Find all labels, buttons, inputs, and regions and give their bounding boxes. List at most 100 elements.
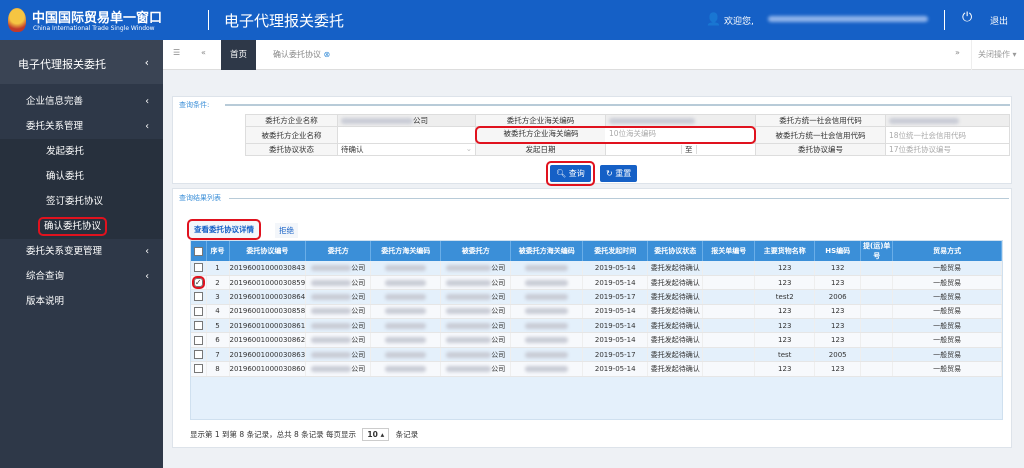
scroll-left-icon[interactable]: « (201, 48, 206, 57)
client-credit-code-field[interactable] (885, 114, 1010, 127)
table-row[interactable]: 6 20196001000030862 公司 公司 2019-05-14 委托发… (191, 332, 1002, 348)
pagination-text: 显示第 1 到第 8 条记录，总共 8 条记录 每页显示 (190, 430, 357, 439)
top-header: 中国国际贸易单一窗口 China International Trade Sin… (0, 0, 1024, 40)
row-checkbox[interactable] (191, 261, 207, 276)
row-checkbox[interactable] (191, 304, 207, 320)
reject-button[interactable]: 拒绝 (275, 223, 298, 238)
close-tab-icon[interactable]: ⊗ (324, 50, 331, 59)
cell-no: 7 (206, 347, 230, 363)
table-row[interactable]: 1 20196001000030843 公司 公司 2019-05-14 委托发… (191, 261, 1002, 276)
sidebar-title-text: 电子代理报关委托 (18, 58, 106, 71)
start-date-input[interactable] (606, 145, 681, 154)
table-row[interactable]: ✓ 2 20196001000030859 公司 公司 2019-05-14 委… (191, 275, 1002, 291)
cell-hs: 123 (814, 361, 862, 377)
checkbox[interactable] (193, 335, 203, 345)
logout-link[interactable]: 退出 (990, 14, 1008, 27)
label: 委托协议编号 (755, 143, 886, 156)
row-checkbox[interactable] (191, 347, 207, 363)
row-checkbox[interactable] (191, 361, 207, 377)
company-suffix: 公司 (491, 263, 506, 272)
cell-status: 委托发起待确认 (647, 361, 704, 377)
agent-customs-code-input[interactable]: 10位海关编码 (605, 128, 656, 142)
cell-agreement-id: 20196001000030863 (229, 347, 307, 363)
checkbox[interactable] (193, 321, 203, 331)
column-header: 被委托方 (440, 241, 512, 261)
cell-declaration-no (702, 318, 756, 334)
cell-agent: 公司 (440, 332, 512, 348)
cell-declaration-no (702, 347, 756, 363)
column-header: 委托方 (305, 241, 372, 261)
close-ops-label: 关闭操作 (978, 50, 1010, 59)
chevron-down-icon: ⌄ (465, 144, 472, 153)
tab-confirm-agreement[interactable]: 确认委托协议 ⊗ (265, 40, 338, 70)
sidebar-item[interactable]: 企业信息完善 ‹ (0, 89, 163, 114)
table-row[interactable]: 8 20196001000030860 公司 公司 2019-05-14 委托发… (191, 361, 1002, 377)
checkbox[interactable] (193, 263, 203, 273)
row-checkbox[interactable]: ✓ (191, 275, 207, 291)
select-all-checkbox[interactable] (191, 241, 207, 261)
view-detail-button[interactable]: 查看委托协议详情 (187, 219, 261, 240)
date-range[interactable]: 至 (605, 143, 756, 156)
cell-agent: 公司 (440, 261, 512, 276)
column-header: 被委托方海关编码 (510, 241, 584, 261)
sidebar-item-label: 签订委托协议 (46, 196, 104, 207)
status-select[interactable]: 待确认 ⌄ (337, 143, 476, 156)
cell-bill-no (860, 275, 894, 291)
sidebar-item[interactable]: 委托关系管理 ‹ (0, 114, 163, 139)
cell-bill-no (860, 261, 894, 276)
table-row[interactable]: 4 20196001000030858 公司 公司 2019-05-14 委托发… (191, 304, 1002, 320)
cell-declaration-no (702, 361, 756, 377)
cell-declaration-no (702, 304, 756, 320)
sidebar-item[interactable]: 综合查询 ‹ (0, 264, 163, 289)
checkbox[interactable] (193, 306, 203, 316)
scroll-right-icon[interactable]: » (955, 48, 960, 57)
table-row[interactable]: 5 20196001000030861 公司 公司 2019-05-14 委托发… (191, 318, 1002, 334)
page-size-value: 10 (367, 430, 378, 439)
row-checkbox[interactable] (191, 289, 207, 305)
sidebar-item[interactable]: 发起委托 (0, 139, 163, 164)
cell-agreement-id: 20196001000030858 (229, 304, 307, 320)
close-operations-dropdown[interactable]: 关闭操作 ▾ (971, 40, 1017, 70)
sidebar-item[interactable]: 委托关系变更管理 ‹ (0, 239, 163, 264)
cell-hs: 123 (814, 304, 862, 320)
client-customs-code-field[interactable] (605, 114, 756, 127)
agent-name-input[interactable] (337, 126, 476, 144)
checkbox[interactable] (193, 350, 203, 360)
sidebar-item[interactable]: 确认委托协议 (0, 214, 163, 239)
cell-goods: 123 (754, 318, 816, 334)
cell-bill-no (860, 332, 894, 348)
checkbox[interactable] (193, 292, 203, 302)
client-name-field[interactable]: 公司 (337, 114, 476, 127)
power-icon[interactable]: ⏻ (962, 10, 972, 25)
checkbox[interactable] (193, 364, 203, 374)
cell-hs: 132 (814, 261, 862, 276)
agreement-no-input[interactable]: 17位委托协议编号 (885, 143, 1010, 156)
row-checkbox[interactable] (191, 318, 207, 334)
query-form: 委托方企业名称 公司 委托方企业海关编码 委托方统一社会信用代码 被委托方企业名… (245, 114, 1010, 156)
cell-client: 公司 (305, 289, 372, 305)
chevron-left-icon: ‹ (144, 56, 149, 69)
table-row[interactable]: 7 20196001000030863 公司 公司 2019-05-17 委托发… (191, 347, 1002, 363)
cell-status: 委托发起待确认 (647, 347, 704, 363)
page-size-select[interactable]: 10 ▴ (362, 428, 390, 441)
checkbox[interactable]: ✓ (191, 276, 205, 290)
cell-hs: 2006 (814, 289, 862, 305)
sidebar-item[interactable]: 确认委托 (0, 164, 163, 189)
search-button[interactable]: 🔍︎ 查询 (550, 165, 591, 182)
sidebar-item[interactable]: 版本说明 (0, 289, 163, 314)
company-suffix: 公司 (351, 307, 366, 316)
row-checkbox[interactable] (191, 332, 207, 348)
cell-goods: 123 (754, 261, 816, 276)
sidebar-item[interactable]: 签订委托协议 (0, 189, 163, 214)
table-row[interactable]: 3 20196001000030864 公司 公司 2019-05-17 委托发… (191, 289, 1002, 305)
cell-goods: test2 (754, 289, 816, 305)
agent-credit-code-input[interactable]: 18位统一社会信用代码 (885, 126, 1010, 144)
cell-agent-code (510, 318, 584, 334)
sidebar-title[interactable]: 电子代理报关委托 ‹ (0, 40, 163, 84)
tab-home[interactable]: 首页 (221, 40, 257, 70)
menu-toggle-icon[interactable]: ☰ (173, 48, 180, 57)
legend-rule (225, 104, 1010, 106)
company-suffix: 公司 (351, 364, 366, 373)
reset-button[interactable]: ↻ 重置 (600, 165, 638, 182)
label: 被委托方企业名称 (245, 126, 338, 144)
